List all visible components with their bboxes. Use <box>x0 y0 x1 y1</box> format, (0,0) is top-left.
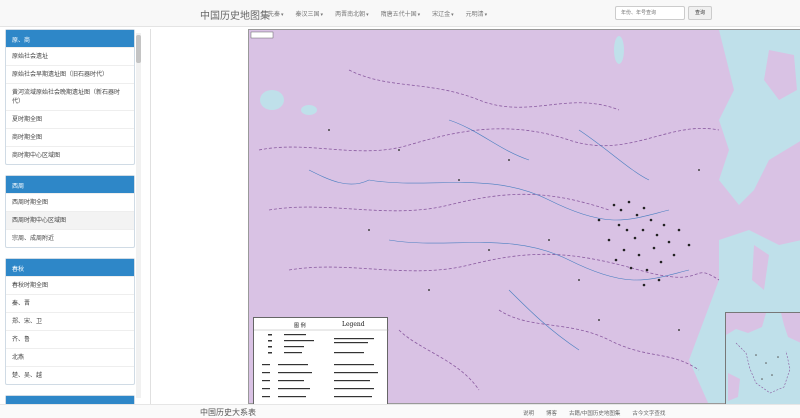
list-item[interactable]: 春秋时期全图 <box>6 276 134 294</box>
search-input[interactable] <box>615 6 685 20</box>
footer-link-blog[interactable]: 博客 <box>546 409 557 417</box>
map-viewer <box>150 29 800 404</box>
list-item[interactable]: 商时期中心区域图 <box>6 146 134 164</box>
caret-down-icon: ▾ <box>417 12 421 18</box>
panel-heading[interactable]: 春秋 <box>6 259 134 276</box>
nav-item-yuanmingqing[interactable]: 元明清▾ <box>466 9 488 18</box>
list-item[interactable]: 齐、鲁 <box>6 330 134 348</box>
caret-down-icon: ▾ <box>484 12 488 18</box>
footer: 中国历史大系表 说明 博客 古籍/中国历史地图集 古今文字查找 <box>0 404 800 418</box>
list-item[interactable]: 宗周、成周附近 <box>6 229 134 247</box>
nav-item-xianqin[interactable]: 先秦▾ <box>268 9 284 18</box>
caret-down-icon: ▾ <box>451 12 454 18</box>
nav-item-qinhan[interactable]: 秦汉三国▾ <box>296 9 324 18</box>
panel-heading[interactable]: 西周 <box>6 176 134 193</box>
sidebar-scrollbar[interactable] <box>136 33 141 398</box>
footer-link-glyph-search[interactable]: 古今文字查找 <box>632 409 665 417</box>
scroll-thumb[interactable] <box>136 35 141 63</box>
list-item[interactable]: 原始社会早期遗址图（旧石器时代） <box>6 65 134 83</box>
inset-map-graphic <box>726 313 800 405</box>
panel-next <box>5 395 135 404</box>
footer-link-atlas[interactable]: 古籍/中国历史地图集 <box>569 409 620 417</box>
caret-down-icon: ▾ <box>366 12 369 18</box>
panel-heading[interactable]: 原、商 <box>6 30 134 47</box>
list-item[interactable]: 郑、宋、卫 <box>6 312 134 330</box>
list-item[interactable]: 楚、吴、越 <box>6 366 134 384</box>
list-item[interactable]: 西周时期全图 <box>6 193 134 211</box>
map-legend: 图 例 Legend <box>253 317 389 405</box>
list-item[interactable]: 秦、晋 <box>6 294 134 312</box>
list-item[interactable]: 北燕 <box>6 348 134 366</box>
nav-item-suitang[interactable]: 隋唐五代十国▾ <box>381 9 421 18</box>
list-item-active[interactable]: 西周时期中心区域图 <box>6 211 134 229</box>
caret-down-icon: ▾ <box>320 12 324 18</box>
footer-brand[interactable]: 中国历史大系表 <box>200 407 256 418</box>
list-item[interactable]: 黄河流域原始社会晚期遗址图（新石器时代） <box>6 83 134 110</box>
list-item[interactable]: 夏时期全图 <box>6 110 134 128</box>
caret-down-icon: ▾ <box>281 12 284 18</box>
list-item[interactable]: 原始社会遗址 <box>6 47 134 65</box>
footer-links: 说明 博客 古籍/中国历史地图集 古今文字查找 <box>523 409 677 417</box>
list-item[interactable]: 商时期全图 <box>6 128 134 146</box>
nav-item-jin-nanbei[interactable]: 两晋南北朝▾ <box>335 9 369 18</box>
sidebar: 原、商 原始社会遗址 原始社会早期遗址图（旧石器时代） 黄河流域原始社会晚期遗址… <box>0 29 140 404</box>
nav-item-songliaojin[interactable]: 宋辽金▾ <box>432 9 454 18</box>
footer-link-about[interactable]: 说明 <box>523 409 534 417</box>
panel-heading[interactable] <box>6 396 134 404</box>
inset-map-south-china-sea <box>725 312 800 405</box>
search-button[interactable]: 查询 <box>688 6 712 20</box>
panel-xizhou: 西周 西周时期全图 西周时期中心区域图 宗周、成周附近 <box>5 175 135 248</box>
panel-xia-shang: 原、商 原始社会遗址 原始社会早期遗址图（旧石器时代） 黄河流域原始社会晚期遗址… <box>5 29 135 165</box>
panel-chunqiu: 春秋 春秋时期全图 秦、晋 郑、宋、卫 齐、鲁 北燕 楚、吴、越 <box>5 258 135 385</box>
top-navbar: 中国历史地图集 先秦▾ 秦汉三国▾ 两晋南北朝▾ 隋唐五代十国▾ 宋辽金▾ 元明… <box>0 0 800 27</box>
legend-symbols <box>254 329 389 398</box>
main-nav: 先秦▾ 秦汉三国▾ 两晋南北朝▾ 隋唐五代十国▾ 宋辽金▾ 元明清▾ <box>268 9 499 18</box>
site-brand[interactable]: 中国历史地图集 <box>200 7 270 22</box>
